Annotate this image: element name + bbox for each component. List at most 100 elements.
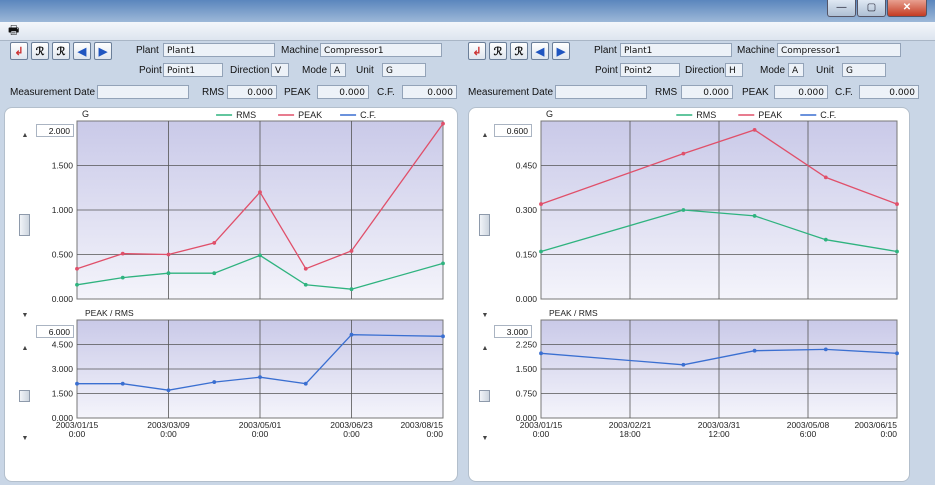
direction-label: Direction [230,65,270,76]
plant-field[interactable]: Plant1 [620,43,732,57]
legend-label: C.F. [820,110,836,120]
zoom-out-icon[interactable]: ℛ [52,42,70,60]
legend-label: RMS [236,110,256,120]
machine-field[interactable]: Compressor1 [777,43,901,57]
data-point [349,249,354,253]
y-tick-label: 0.750 [516,389,538,399]
printer-icon[interactable]: 🖶 [8,24,22,37]
rms-value: 0.000 [227,85,277,99]
data-point [75,282,79,287]
data-point [539,249,543,254]
trend-chart-left: 0.0000.5001.0001.5000.0001.5003.0004.500… [52,109,445,439]
y-axis-unit-label: G [82,109,89,119]
rms-label: RMS [202,87,225,98]
maximize-button[interactable]: ▢ [857,0,886,17]
x-tick-label: 0:00 [533,429,550,439]
data-point [166,271,171,276]
y-tick-label: 2.250 [516,340,538,350]
y-tick-label: 0.500 [52,250,74,260]
machine-label: Machine [737,45,775,56]
direction-field[interactable]: V [271,63,289,77]
prev-button[interactable]: ◀ [531,42,549,60]
data-point [212,241,217,245]
data-point [823,347,828,352]
zoom-in-icon[interactable]: ℛ [31,42,49,60]
unit-label: Unit [816,65,834,76]
zoom-in-icon[interactable]: ℛ [489,42,507,60]
data-point [752,128,757,132]
trend-panel-right: ↲ ℛ ℛ ◀ ▶ Plant Plant1 Machine Compresso… [462,40,935,485]
data-point [681,151,686,156]
x-tick-label: 0:00 [160,429,177,439]
peak-label: PEAK [284,87,311,98]
mode-label: Mode [302,65,328,76]
point-label: Point [595,65,618,76]
measurement-date-field[interactable] [555,85,647,99]
ratio-axis-label: PEAK / RMS [549,308,598,318]
y-tick-label: 0.300 [516,205,538,215]
app-window: 🖶 ↲ ℛ ℛ ◀ ▶ Plant Plant1 Machine Compres… [0,22,935,485]
data-point [895,351,899,356]
rms-label: RMS [655,87,678,98]
mode-field[interactable]: A [330,63,346,77]
data-point [166,252,171,257]
data-point [75,266,79,271]
pin-icon[interactable]: ↲ [468,42,486,60]
window-controls: — ▢ ✕ [827,0,927,17]
data-point [212,271,217,276]
y-tick-label: 0.000 [516,294,538,304]
mode-field[interactable]: A [788,63,804,77]
data-point [349,332,354,337]
data-point [823,175,828,180]
desktop-background: — ▢ ✕ [0,0,935,22]
x-tick-label: 0:00 [880,429,897,439]
ratio-axis-label: PEAK / RMS [85,308,134,318]
data-point [166,388,171,393]
machine-field[interactable]: Compressor1 [320,43,442,57]
x-tick-label: 18:00 [619,429,641,439]
point-field[interactable]: Point2 [620,63,680,77]
minimize-button[interactable]: — [827,0,856,17]
measurement-date-field[interactable] [97,85,189,99]
legend-label: PEAK [758,110,782,120]
rms-value: 0.000 [681,85,733,99]
trend-chart-right: 0.0000.1500.3000.4500.0000.7501.5002.250… [516,109,899,439]
plant-label: Plant [136,45,159,56]
toolbar: 🖶 [0,22,935,41]
x-tick-label: 12:00 [708,429,730,439]
legend-label: PEAK [298,110,322,120]
panel-toolbar: ↲ ℛ ℛ ◀ ▶ [468,42,570,60]
data-point [303,282,308,287]
next-button[interactable]: ▶ [94,42,112,60]
data-point [441,261,445,266]
data-point [681,208,686,212]
y-tick-label: 4.500 [52,340,74,350]
x-tick-label: 0:00 [426,429,443,439]
point-field[interactable]: Point1 [163,63,223,77]
direction-field[interactable]: H [725,63,743,77]
data-point [895,202,899,206]
cf-label: C.F. [835,87,853,98]
data-point [349,287,354,292]
machine-label: Machine [281,45,319,56]
data-point [681,362,686,367]
cf-value: 0.000 [859,85,919,99]
plant-field[interactable]: Plant1 [163,43,275,57]
close-button[interactable]: ✕ [887,0,927,17]
y-tick-label: 1.500 [52,389,74,399]
legend-label: C.F. [360,110,376,120]
unit-field[interactable]: G [382,63,426,77]
x-tick-label: 0:00 [252,429,269,439]
data-point [258,375,262,380]
panel-toolbar: ↲ ℛ ℛ ◀ ▶ [10,42,112,60]
trend-panel-left: ↲ ℛ ℛ ◀ ▶ Plant Plant1 Machine Compresso… [0,40,462,485]
pin-icon[interactable]: ↲ [10,42,28,60]
unit-field[interactable]: G [842,63,886,77]
zoom-out-icon[interactable]: ℛ [510,42,528,60]
next-button[interactable]: ▶ [552,42,570,60]
prev-button[interactable]: ◀ [73,42,91,60]
y-tick-label: 1.000 [52,205,74,215]
data-point [441,121,445,126]
data-point [895,249,899,254]
data-point [823,237,828,242]
